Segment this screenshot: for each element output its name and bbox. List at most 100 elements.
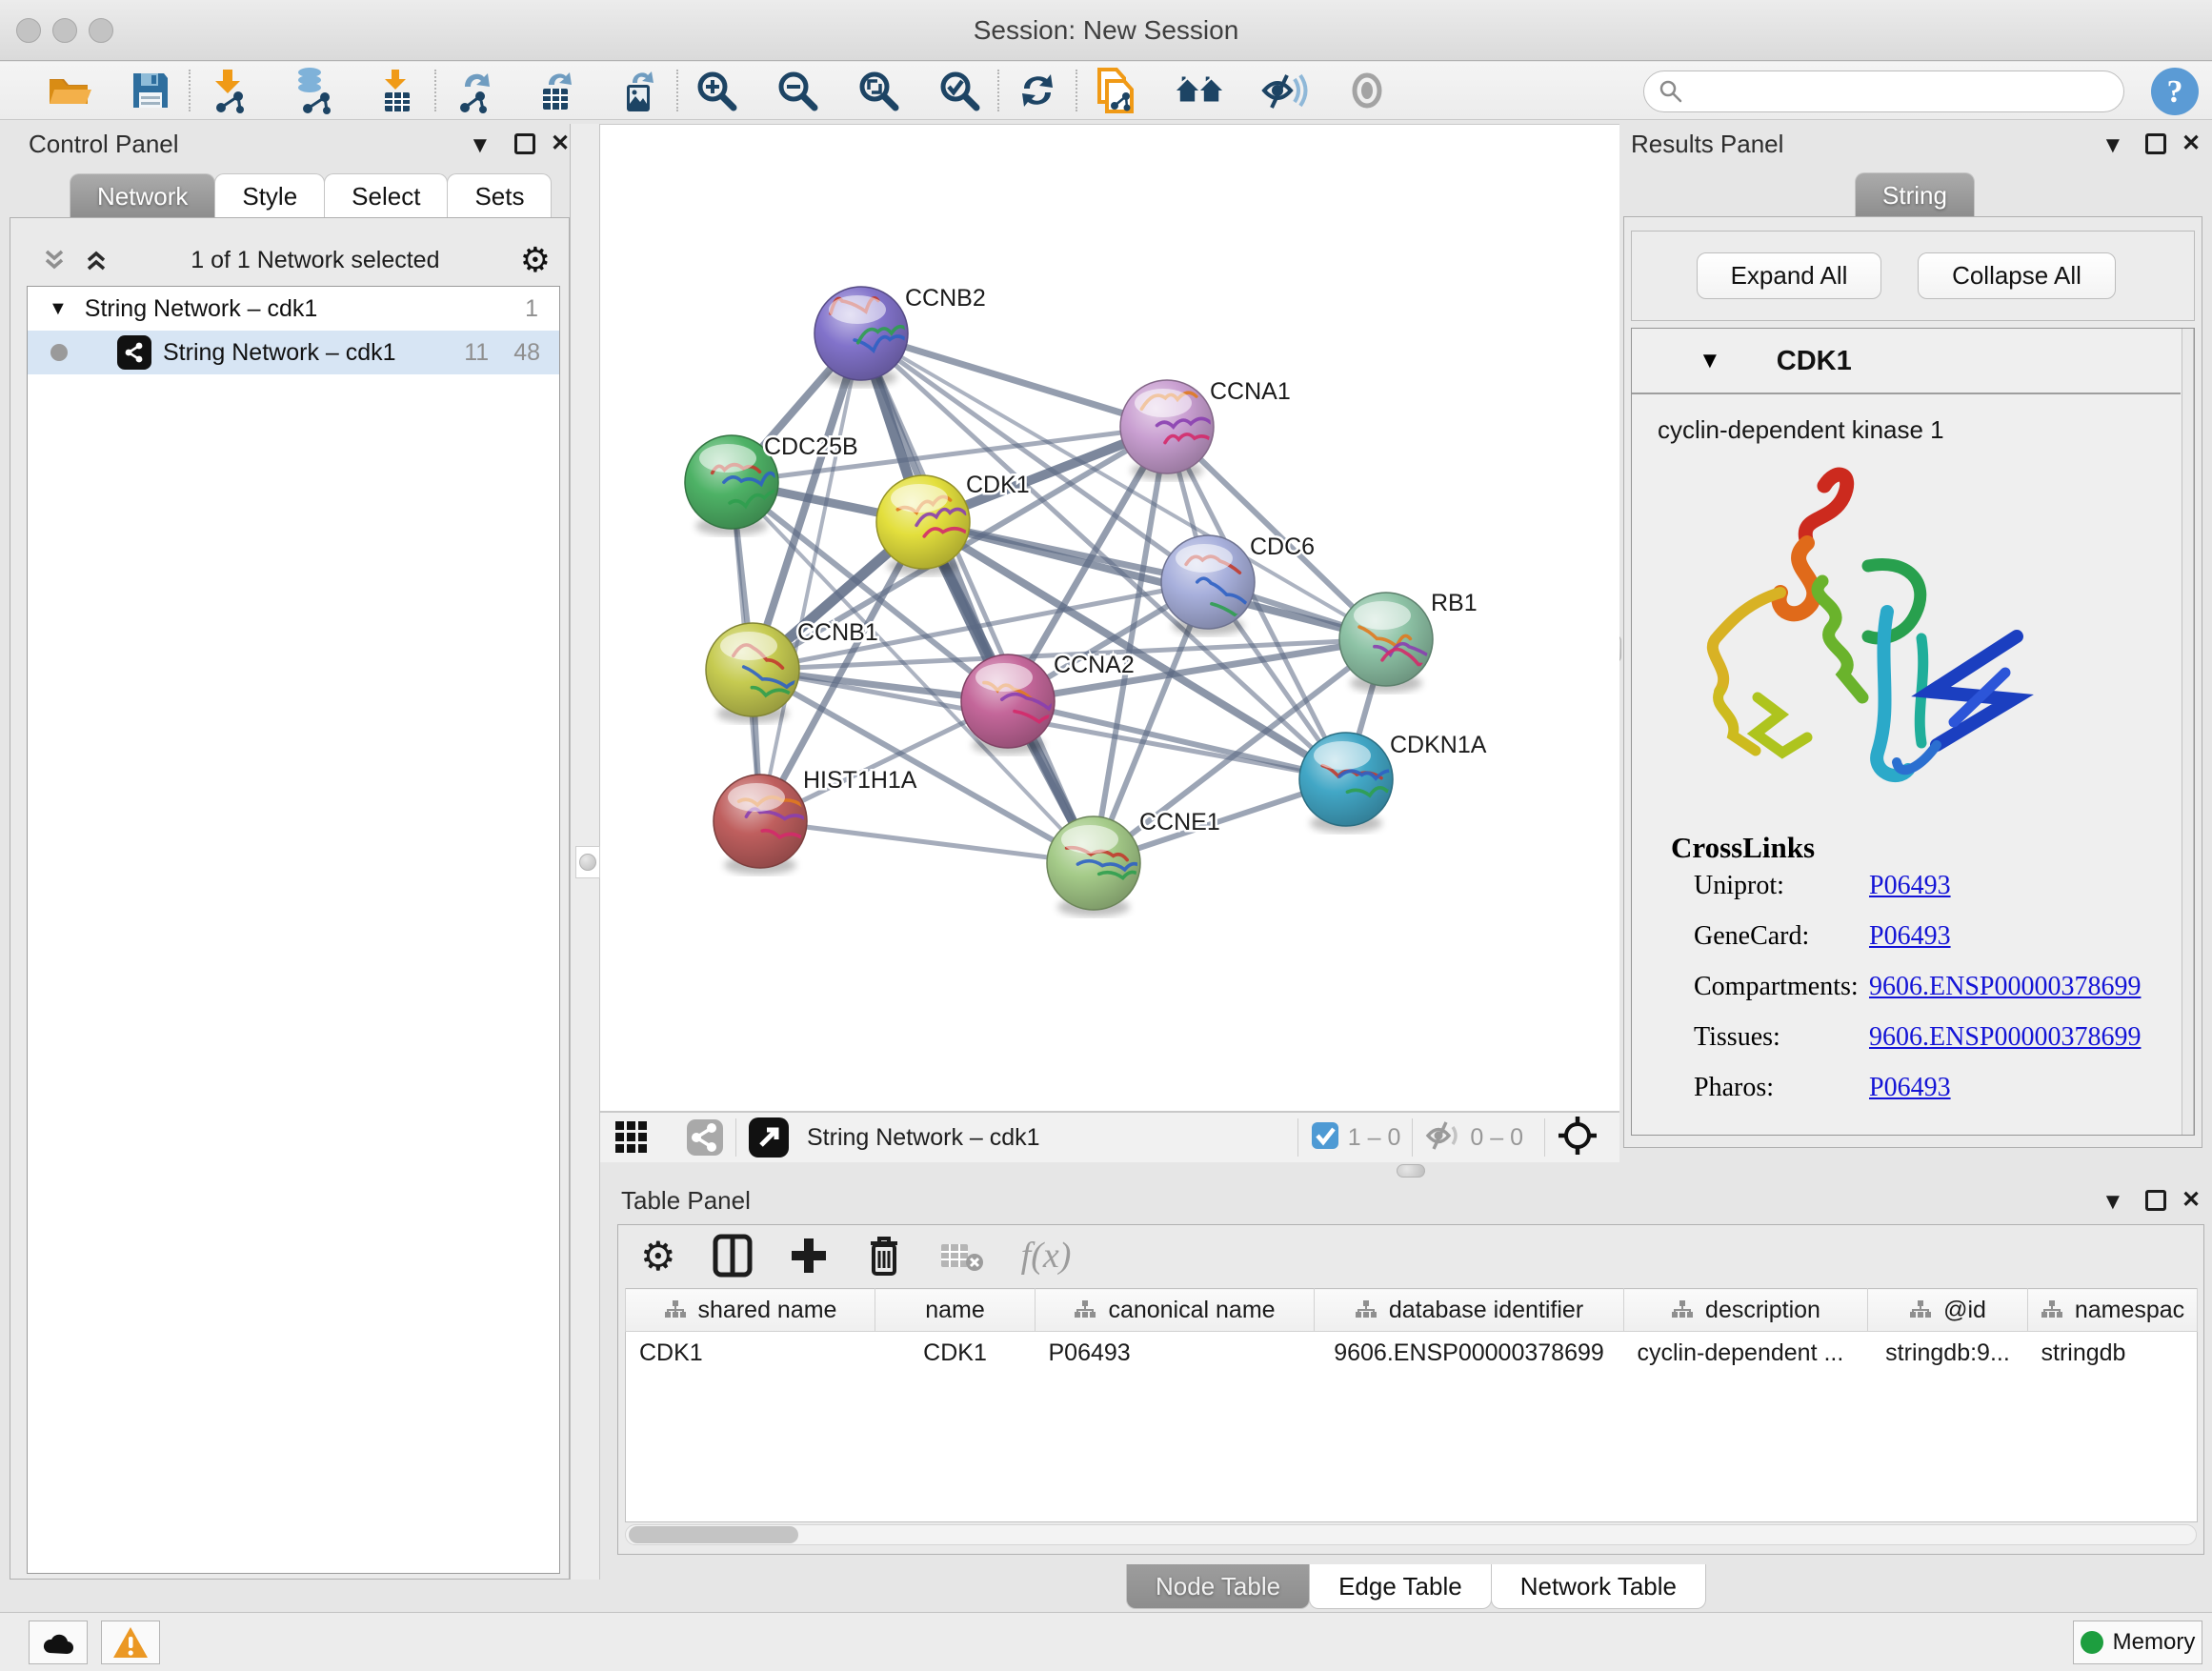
warnings-button[interactable]	[101, 1621, 160, 1664]
birds-eye-view-button[interactable]	[613, 1119, 650, 1156]
protein-collapse-icon[interactable]: ▼	[1699, 348, 1721, 374]
results-panel-float-icon[interactable]	[2145, 133, 2166, 159]
expand-all-button[interactable]: Expand All	[1697, 252, 1881, 299]
search-input[interactable]	[1684, 78, 2094, 105]
export-table-button[interactable]	[532, 66, 581, 115]
results-scrollbar[interactable]	[2182, 329, 2194, 1135]
selected-checkbox[interactable]	[1310, 1120, 1340, 1156]
node-label-CCNA2[interactable]: CCNA2	[1054, 652, 1135, 678]
apply-layout-button[interactable]	[1013, 66, 1062, 115]
open-in-browser-button[interactable]	[748, 1117, 790, 1158]
import-network-button[interactable]	[204, 66, 253, 115]
network-options-gear-icon[interactable]: ⚙	[520, 240, 551, 280]
crosslink-link[interactable]: 9606.ENSP00000378699	[1869, 972, 2141, 1002]
show-all-networks-button[interactable]	[1175, 66, 1224, 115]
node-label-CCNB2[interactable]: CCNB2	[905, 285, 986, 312]
cloud-button[interactable]	[29, 1621, 88, 1664]
node-label-HIST1H1A[interactable]: HIST1H1A	[803, 767, 917, 794]
control-panel-close-icon[interactable]: ✕	[551, 130, 570, 157]
node-label-CCNB1[interactable]: CCNB1	[797, 619, 878, 646]
select-columns-icon[interactable]	[713, 1234, 753, 1278]
column-header[interactable]: description	[1624, 1289, 1868, 1332]
crosslink-link[interactable]: P06493	[1869, 1073, 1951, 1103]
table-scrollbar-thumb[interactable]	[629, 1526, 798, 1543]
crosslink-row: Tissues: 9606.ENSP00000378699	[1694, 1022, 2180, 1053]
column-header[interactable]: shared name	[626, 1289, 875, 1332]
tab-string[interactable]: String	[1855, 172, 1975, 217]
table-settings-gear-icon[interactable]: ⚙	[640, 1233, 676, 1279]
zoom-fit-button[interactable]	[854, 66, 903, 115]
collection-collapse-icon[interactable]: ▼	[49, 298, 68, 320]
crosslink-link[interactable]: P06493	[1869, 921, 1951, 952]
node-label-CCNE1[interactable]: CCNE1	[1139, 809, 1220, 836]
table-panel-float-icon[interactable]	[2145, 1190, 2166, 1216]
table-panel-menu-icon[interactable]: ▼	[2101, 1189, 2124, 1216]
help-button[interactable]: ?	[2149, 66, 2201, 122]
results-panel-menu-icon[interactable]: ▼	[2101, 132, 2124, 159]
cell-namespace[interactable]: stringdb	[2028, 1332, 2198, 1375]
cell-description[interactable]: cyclin-dependent ...	[1624, 1332, 1868, 1375]
tab-node-table[interactable]: Node Table	[1126, 1564, 1310, 1609]
collapse-all-networks-icon[interactable]	[40, 246, 69, 274]
node-label-CCNA1[interactable]: CCNA1	[1210, 378, 1291, 405]
protein-section-header[interactable]: ▼ CDK1	[1632, 330, 2181, 394]
cell-database-identifier[interactable]: 9606.ENSP00000378699	[1315, 1332, 1624, 1375]
node-label-RB1[interactable]: RB1	[1431, 590, 1478, 616]
cell-id[interactable]: stringdb:9...	[1868, 1332, 2028, 1375]
export-network-button[interactable]	[450, 66, 499, 115]
search-box[interactable]	[1643, 70, 2124, 112]
crosslink-link[interactable]: 9606.ENSP00000378699	[1869, 1022, 2141, 1053]
export-image-button[interactable]	[613, 66, 663, 115]
left-splitter-dot[interactable]	[579, 854, 596, 871]
network-collection-row[interactable]: ▼ String Network – cdk1 1	[28, 287, 559, 331]
hide-selected-button[interactable]	[1258, 66, 1308, 115]
crosslink-link[interactable]: P06493	[1869, 871, 1951, 901]
network-row[interactable]: String Network – cdk1 11 48	[28, 331, 559, 374]
cell-name[interactable]: CDK1	[875, 1332, 1036, 1375]
application-window: Session: New Session	[0, 0, 2212, 1671]
network-graph[interactable]: CCNB2 CCNA1 CDC25B CDK1 CDC6 RB1 CCNB1 CCNA2 CDK…	[600, 125, 1619, 1112]
save-session-button[interactable]	[126, 66, 175, 115]
zoom-in-button[interactable]	[692, 66, 741, 115]
column-header[interactable]: name	[875, 1289, 1036, 1332]
add-column-icon[interactable]	[789, 1236, 829, 1276]
copy-network-button[interactable]	[1091, 66, 1140, 115]
node-label-CDC25B[interactable]: CDC25B	[764, 433, 858, 460]
bottom-splitter-handle[interactable]	[1397, 1164, 1425, 1178]
collapse-all-button[interactable]: Collapse All	[1918, 252, 2116, 299]
hidden-eye-slash-icon[interactable]	[1424, 1119, 1462, 1157]
node-label-CDK1[interactable]: CDK1	[966, 472, 1030, 498]
delete-column-trash-icon[interactable]	[865, 1234, 903, 1278]
control-panel-float-icon[interactable]	[514, 133, 535, 159]
zoom-out-button[interactable]	[773, 66, 822, 115]
import-table-button[interactable]	[372, 66, 421, 115]
open-session-button[interactable]	[44, 66, 93, 115]
fit-content-crosshair-button[interactable]	[1557, 1115, 1599, 1161]
table-row[interactable]: CDK1 CDK1 P06493 9606.ENSP00000378699 cy…	[626, 1332, 2198, 1375]
cell-canonical-name[interactable]: P06493	[1036, 1332, 1315, 1375]
tab-network-table[interactable]: Network Table	[1491, 1564, 1706, 1609]
cell-shared-name[interactable]: CDK1	[626, 1332, 875, 1375]
column-header[interactable]: @id	[1868, 1289, 2028, 1332]
import-network-from-database-button[interactable]	[288, 66, 337, 115]
column-header[interactable]: namespac	[2028, 1289, 2198, 1332]
tab-sets[interactable]: Sets	[447, 173, 552, 218]
zoom-selected-button[interactable]	[935, 66, 984, 115]
column-header[interactable]: database identifier	[1315, 1289, 1624, 1332]
results-panel-close-icon[interactable]: ✕	[2182, 130, 2201, 157]
node-label-CDKN1A[interactable]: CDKN1A	[1390, 732, 1487, 758]
node-table[interactable]: shared name name canonical name database…	[625, 1288, 2198, 1522]
expand-all-networks-icon[interactable]	[82, 246, 111, 274]
tab-select[interactable]: Select	[324, 173, 448, 218]
table-panel-close-icon[interactable]: ✕	[2182, 1186, 2201, 1214]
node-label-CDC6[interactable]: CDC6	[1250, 534, 1315, 560]
tab-network[interactable]: Network	[70, 173, 215, 218]
table-horizontal-scrollbar[interactable]	[625, 1524, 2197, 1545]
show-hidden-button[interactable]	[1342, 66, 1392, 115]
memory-button[interactable]: Memory	[2073, 1621, 2202, 1664]
column-header[interactable]: canonical name	[1036, 1289, 1315, 1332]
network-canvas[interactable]: CCNB2 CCNA1 CDC25B CDK1 CDC6 RB1 CCNB1 CCNA2 CDK…	[600, 124, 1619, 1111]
tab-edge-table[interactable]: Edge Table	[1309, 1564, 1492, 1609]
tab-style[interactable]: Style	[214, 173, 325, 218]
control-panel-menu-icon[interactable]: ▼	[469, 132, 492, 159]
